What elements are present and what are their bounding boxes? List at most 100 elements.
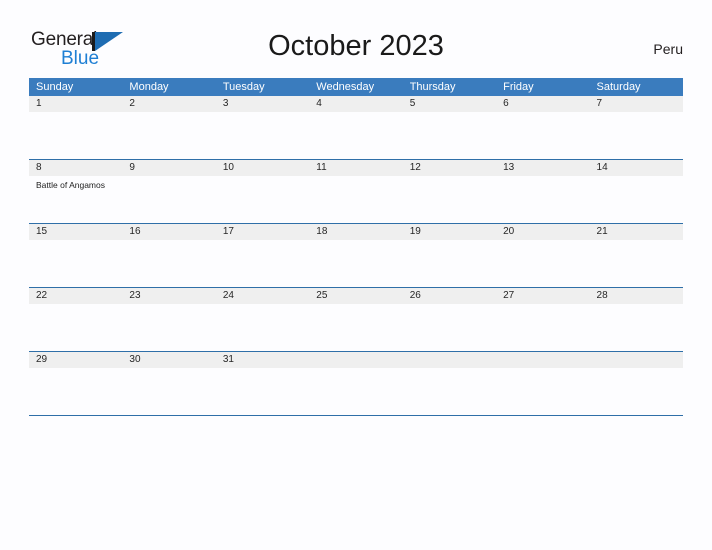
day-number: 16 <box>122 224 216 240</box>
weekday-header-thursday: Thursday <box>409 81 456 93</box>
calendar-page: General Blue October 2023 Peru Sunday Mon… <box>0 0 712 550</box>
day-events <box>309 176 403 223</box>
day-events <box>589 304 683 351</box>
day-events <box>29 304 123 351</box>
calendar-day-cell-26[interactable]: 26 <box>402 288 497 351</box>
calendar-day-cell-empty <box>589 352 683 415</box>
day-number: 17 <box>215 224 310 240</box>
day-events <box>589 368 683 415</box>
calendar-day-cell-2[interactable]: 2 <box>122 96 216 159</box>
week-days: 1234567 <box>29 96 683 159</box>
day-number <box>402 352 497 368</box>
day-events <box>309 368 403 415</box>
week-days: 8 Battle of Angamos 9 10 11 12 13 14 <box>29 160 683 223</box>
page-title: October 2023 <box>268 30 444 62</box>
calendar-day-cell-14[interactable]: 14 <box>589 160 683 223</box>
calendar-day-cell-20[interactable]: 20 <box>496 224 590 287</box>
day-events <box>215 240 310 287</box>
day-number <box>309 352 403 368</box>
calendar-day-cell-18[interactable]: 18 <box>309 224 403 287</box>
day-number: 2 <box>122 96 216 112</box>
country-label: Peru <box>653 41 683 57</box>
calendar-day-cell-empty <box>402 352 497 415</box>
calendar-day-cell-7[interactable]: 7 <box>589 96 683 159</box>
calendar-day-cell-5[interactable]: 5 <box>402 96 497 159</box>
day-events <box>496 304 590 351</box>
day-number: 8 <box>29 160 123 176</box>
calendar-day-cell-25[interactable]: 25 <box>309 288 403 351</box>
weekday-header-tuesday: Tuesday <box>222 81 265 93</box>
day-events: Battle of Angamos <box>29 176 123 223</box>
calendar-week-row: 1234567 <box>29 96 683 159</box>
calendar-day-cell-empty <box>309 352 403 415</box>
calendar-day-cell-21[interactable]: 21 <box>589 224 683 287</box>
day-events <box>122 176 216 223</box>
day-events <box>402 176 497 223</box>
day-number <box>589 352 683 368</box>
day-events <box>29 240 123 287</box>
calendar-day-cell-31[interactable]: 31 <box>215 352 310 415</box>
calendar-day-cell-15[interactable]: 15 <box>29 224 123 287</box>
day-number: 12 <box>402 160 497 176</box>
weekday-header-wednesday: Wednesday <box>316 81 375 93</box>
day-events <box>122 240 216 287</box>
calendar-day-cell-29[interactable]: 29 <box>29 352 123 415</box>
calendar-day-cell-17[interactable]: 17 <box>215 224 310 287</box>
calendar-day-cell-11[interactable]: 11 <box>309 160 403 223</box>
day-events <box>309 112 403 159</box>
day-number: 27 <box>496 288 590 304</box>
calendar-day-cell-10[interactable]: 10 <box>215 160 310 223</box>
week-days: 22 23 24 25 26 27 28 <box>29 288 683 351</box>
calendar-day-cell-23[interactable]: 23 <box>122 288 216 351</box>
day-number: 31 <box>215 352 310 368</box>
day-number: 30 <box>122 352 216 368</box>
day-events <box>589 240 683 287</box>
weekday-header-saturday: Saturday <box>596 81 641 93</box>
day-events <box>122 304 216 351</box>
day-events <box>402 112 497 159</box>
calendar-day-cell-9[interactable]: 9 <box>122 160 216 223</box>
day-events <box>402 304 497 351</box>
day-events <box>215 112 310 159</box>
calendar-day-cell-1[interactable]: 1 <box>29 96 123 159</box>
calendar-day-cell-4[interactable]: 4 <box>309 96 403 159</box>
day-events <box>29 112 123 159</box>
calendar-day-cell-16[interactable]: 16 <box>122 224 216 287</box>
calendar-day-cell-30[interactable]: 30 <box>122 352 216 415</box>
day-number: 24 <box>215 288 310 304</box>
day-number: 15 <box>29 224 123 240</box>
day-events <box>589 112 683 159</box>
calendar-day-cell-19[interactable]: 19 <box>402 224 497 287</box>
day-number: 25 <box>309 288 403 304</box>
weekday-header-friday: Friday <box>503 81 534 93</box>
day-number: 22 <box>29 288 123 304</box>
day-number: 28 <box>589 288 683 304</box>
day-number: 13 <box>496 160 590 176</box>
calendar-day-cell-13[interactable]: 13 <box>496 160 590 223</box>
week-days: 15 16 17 18 19 20 21 <box>29 224 683 287</box>
day-events <box>309 240 403 287</box>
calendar-day-cell-3[interactable]: 3 <box>215 96 310 159</box>
day-events <box>402 240 497 287</box>
day-events <box>496 112 590 159</box>
calendar-week-row: 29 30 31 <box>29 351 683 415</box>
day-events <box>496 368 590 415</box>
calendar-day-cell-22[interactable]: 22 <box>29 288 123 351</box>
calendar-day-cell-24[interactable]: 24 <box>215 288 310 351</box>
day-number: 14 <box>589 160 683 176</box>
day-events <box>496 176 590 223</box>
calendar-day-cell-28[interactable]: 28 <box>589 288 683 351</box>
calendar-weeks: 1 2 3 4 5 6 7 8 Battle of Angamos 9 10 11 12 13 14 15 16… <box>29 96 683 415</box>
calendar-grid: Sunday Monday Tuesday Wednesday Thursday Frid… <box>29 78 683 416</box>
day-number: 6 <box>496 96 590 112</box>
calendar-day-cell-12[interactable]: 12 <box>402 160 497 223</box>
day-number: 23 <box>122 288 216 304</box>
day-number <box>496 352 590 368</box>
day-number: 20 <box>496 224 590 240</box>
calendar-day-cell-6[interactable]: 6 <box>496 96 590 159</box>
day-events <box>402 368 497 415</box>
day-number: 4 <box>309 96 403 112</box>
day-number: 3 <box>215 96 310 112</box>
calendar-day-cell-8[interactable]: 8 Battle of Angamos <box>29 160 123 223</box>
calendar-day-cell-27[interactable]: 27 <box>496 288 590 351</box>
